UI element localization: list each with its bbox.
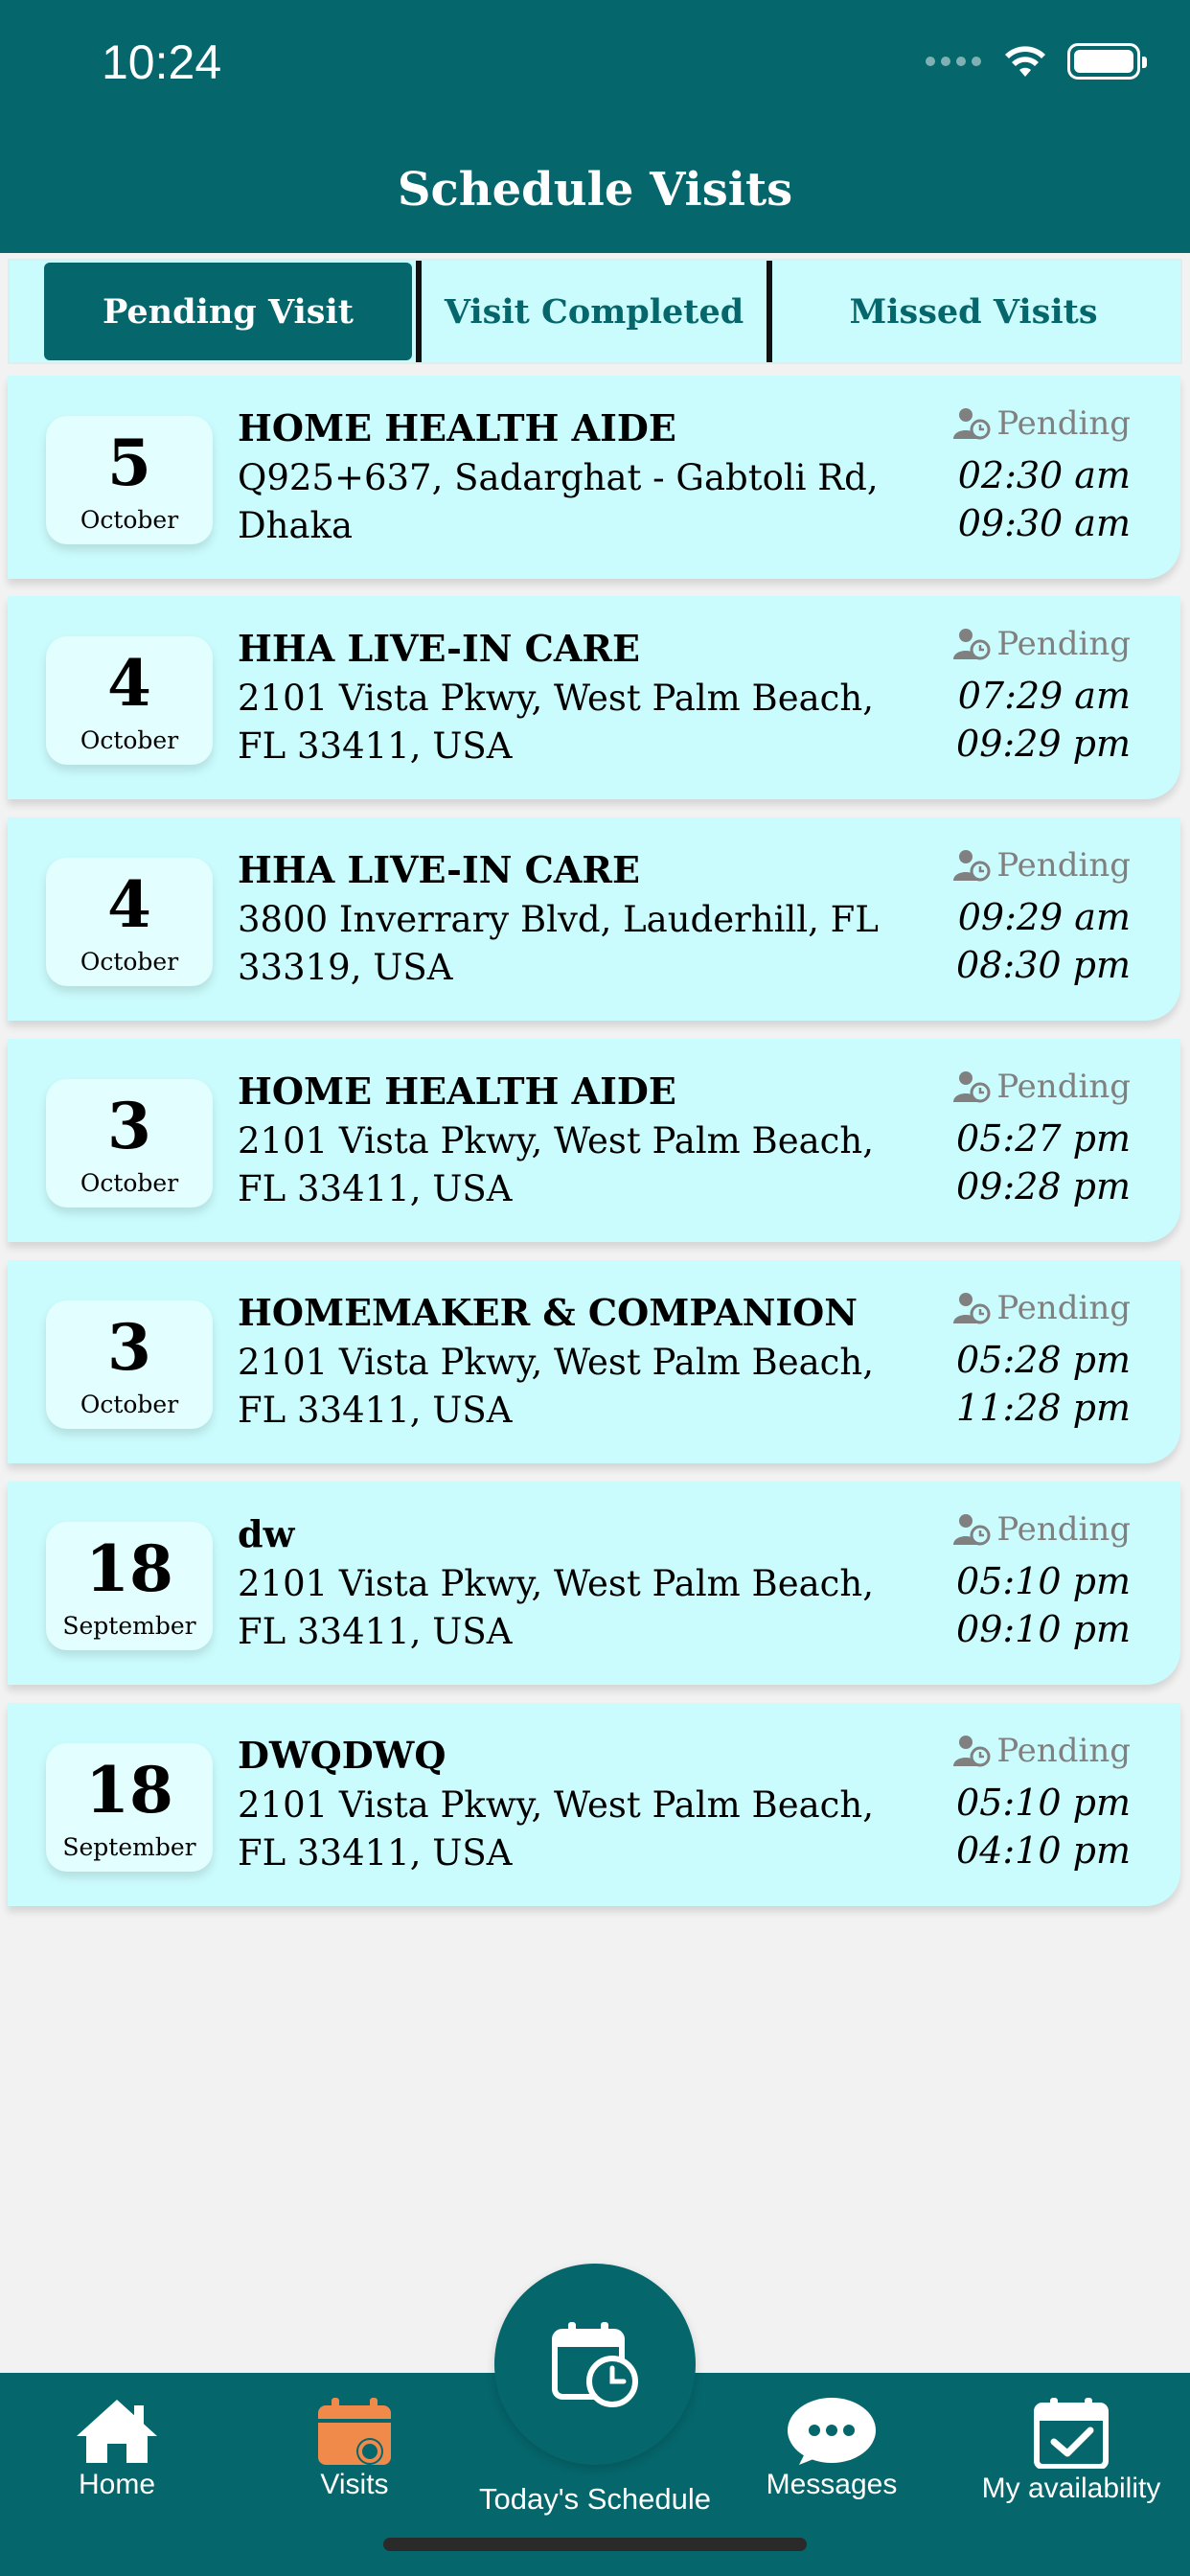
visit-day: 3	[107, 1310, 151, 1385]
visit-day: 3	[107, 1089, 151, 1163]
visit-end-time: 11:28 pm	[956, 1387, 1131, 1429]
status-text: Pending	[996, 1510, 1131, 1549]
status-badge: Pending	[952, 404, 1131, 443]
visit-day: 18	[85, 1753, 173, 1828]
visit-start-time: 05:27 pm	[956, 1117, 1131, 1160]
status-text: Pending	[996, 846, 1131, 885]
user-clock-icon	[953, 1736, 991, 1767]
visit-end-time: 09:10 pm	[956, 1608, 1131, 1650]
visit-service-title: dw	[238, 1512, 295, 1555]
visit-service-title: HOME HEALTH AIDE	[238, 406, 676, 449]
visit-date-badge: 3 October	[46, 1300, 213, 1429]
tab-pending-visit[interactable]: Pending Visit	[44, 263, 412, 360]
visit-month: October	[80, 1391, 179, 1418]
visit-day: 18	[85, 1531, 173, 1606]
status-badge: Pending	[952, 1732, 1131, 1770]
cellular-signal-icon	[926, 57, 981, 66]
visit-date-badge: 18 September	[46, 1743, 213, 1872]
visit-address: 2101 Vista Pkwy, West Palm Beach, FL 334…	[238, 1342, 874, 1431]
visit-end-time: 09:28 pm	[956, 1165, 1131, 1208]
visit-day: 5	[107, 426, 151, 500]
visit-start-time: 09:29 am	[957, 896, 1131, 938]
visit-end-time: 08:30 pm	[956, 944, 1131, 986]
status-text: Pending	[996, 625, 1131, 663]
user-clock-icon	[953, 1293, 991, 1324]
visit-start-time: 05:28 pm	[956, 1339, 1131, 1381]
visit-address: 2101 Vista Pkwy, West Palm Beach, FL 334…	[238, 1784, 874, 1874]
status-badge: Pending	[952, 1289, 1131, 1327]
visit-end-time: 09:30 am	[957, 502, 1131, 544]
visit-address: 2101 Vista Pkwy, West Palm Beach, FL 334…	[238, 678, 874, 767]
visit-address: 2101 Vista Pkwy, West Palm Beach, FL 334…	[238, 1563, 874, 1652]
calendar-clock-icon	[552, 2322, 638, 2407]
visit-service-title: HHA LIVE-IN CARE	[238, 627, 640, 670]
status-bar-icons	[926, 42, 1147, 80]
status-badge: Pending	[952, 846, 1131, 885]
wifi-icon	[1005, 46, 1045, 77]
visit-address: 3800 Inverrary Blvd, Lauderhill, FL 3331…	[238, 899, 879, 988]
visit-address: 2101 Vista Pkwy, West Palm Beach, FL 334…	[238, 1120, 874, 1209]
visit-card[interactable]: 18 September dw 2101 Vista Pkwy, West Pa…	[8, 1482, 1180, 1685]
visit-month: October	[80, 1169, 179, 1197]
status-badge: Pending	[952, 1068, 1131, 1106]
tab-missed-visits[interactable]: Missed Visits	[772, 261, 1175, 362]
visit-end-time: 09:29 pm	[956, 723, 1131, 765]
visit-card[interactable]: 3 October HOME HEALTH AIDE 2101 Vista Pk…	[8, 1039, 1180, 1242]
visit-start-time: 02:30 am	[957, 454, 1131, 496]
visit-status-tabs: Pending Visit Visit Completed Missed Vis…	[8, 259, 1182, 364]
user-clock-icon	[953, 1514, 991, 1546]
status-text: Pending	[996, 1068, 1131, 1106]
battery-icon	[1067, 43, 1147, 80]
home-indicator[interactable]	[383, 2538, 807, 2551]
app-header: 10:24 Schedule Visits	[0, 0, 1190, 253]
user-clock-icon	[953, 1071, 991, 1103]
tab-visit-completed[interactable]: Visit Completed	[416, 261, 772, 362]
visit-card[interactable]: 18 September DWQDWQ 2101 Vista Pkwy, Wes…	[8, 1703, 1180, 1906]
user-clock-icon	[953, 408, 991, 440]
status-badge: Pending	[952, 1510, 1131, 1549]
visit-day: 4	[107, 646, 151, 721]
visit-start-time: 07:29 am	[957, 675, 1131, 717]
visit-service-title: HOMEMAKER & COMPANION	[238, 1291, 858, 1334]
todays-schedule-button[interactable]	[494, 2264, 696, 2465]
visit-date-badge: 18 September	[46, 1522, 213, 1650]
visit-month: September	[62, 1833, 196, 1861]
visit-month: October	[80, 726, 179, 754]
user-clock-icon	[953, 629, 991, 660]
visit-date-badge: 4 October	[46, 636, 213, 765]
visit-card[interactable]: 3 October HOMEMAKER & COMPANION 2101 Vis…	[8, 1260, 1180, 1463]
visit-date-badge: 5 October	[46, 416, 213, 544]
status-text: Pending	[996, 1732, 1131, 1770]
visit-address: Q925+637, Sadarghat - Gabtoli Rd, Dhaka	[238, 457, 879, 546]
visit-month: September	[62, 1612, 196, 1640]
visit-month: October	[80, 948, 179, 976]
home-icon	[77, 2400, 157, 2463]
status-badge: Pending	[952, 625, 1131, 663]
status-bar-time: 10:24	[102, 35, 222, 89]
user-clock-icon	[953, 850, 991, 882]
visit-start-time: 05:10 pm	[956, 1560, 1131, 1602]
calendar-check-icon	[1034, 2398, 1109, 2469]
page-title: Schedule Visits	[397, 163, 793, 217]
chat-bubble-icon	[788, 2398, 876, 2465]
status-text: Pending	[996, 1289, 1131, 1327]
visit-card[interactable]: 4 October HHA LIVE-IN CARE 3800 Inverrar…	[8, 817, 1180, 1021]
visit-end-time: 04:10 pm	[956, 1829, 1131, 1872]
visit-card[interactable]: 5 October HOME HEALTH AIDE Q925+637, Sad…	[8, 376, 1180, 579]
visit-date-badge: 4 October	[46, 858, 213, 986]
visit-date-badge: 3 October	[46, 1079, 213, 1208]
calendar-icon	[318, 2398, 391, 2465]
visit-day: 4	[107, 867, 151, 942]
visit-service-title: HOME HEALTH AIDE	[238, 1070, 676, 1113]
status-text: Pending	[996, 404, 1131, 443]
visit-card[interactable]: 4 October HHA LIVE-IN CARE 2101 Vista Pk…	[8, 596, 1180, 799]
visit-service-title: HHA LIVE-IN CARE	[238, 848, 640, 891]
visit-month: October	[80, 506, 179, 534]
visit-start-time: 05:10 pm	[956, 1782, 1131, 1824]
todays-schedule-label: Today's Schedule	[478, 2482, 712, 2516]
visit-service-title: DWQDWQ	[238, 1734, 446, 1777]
